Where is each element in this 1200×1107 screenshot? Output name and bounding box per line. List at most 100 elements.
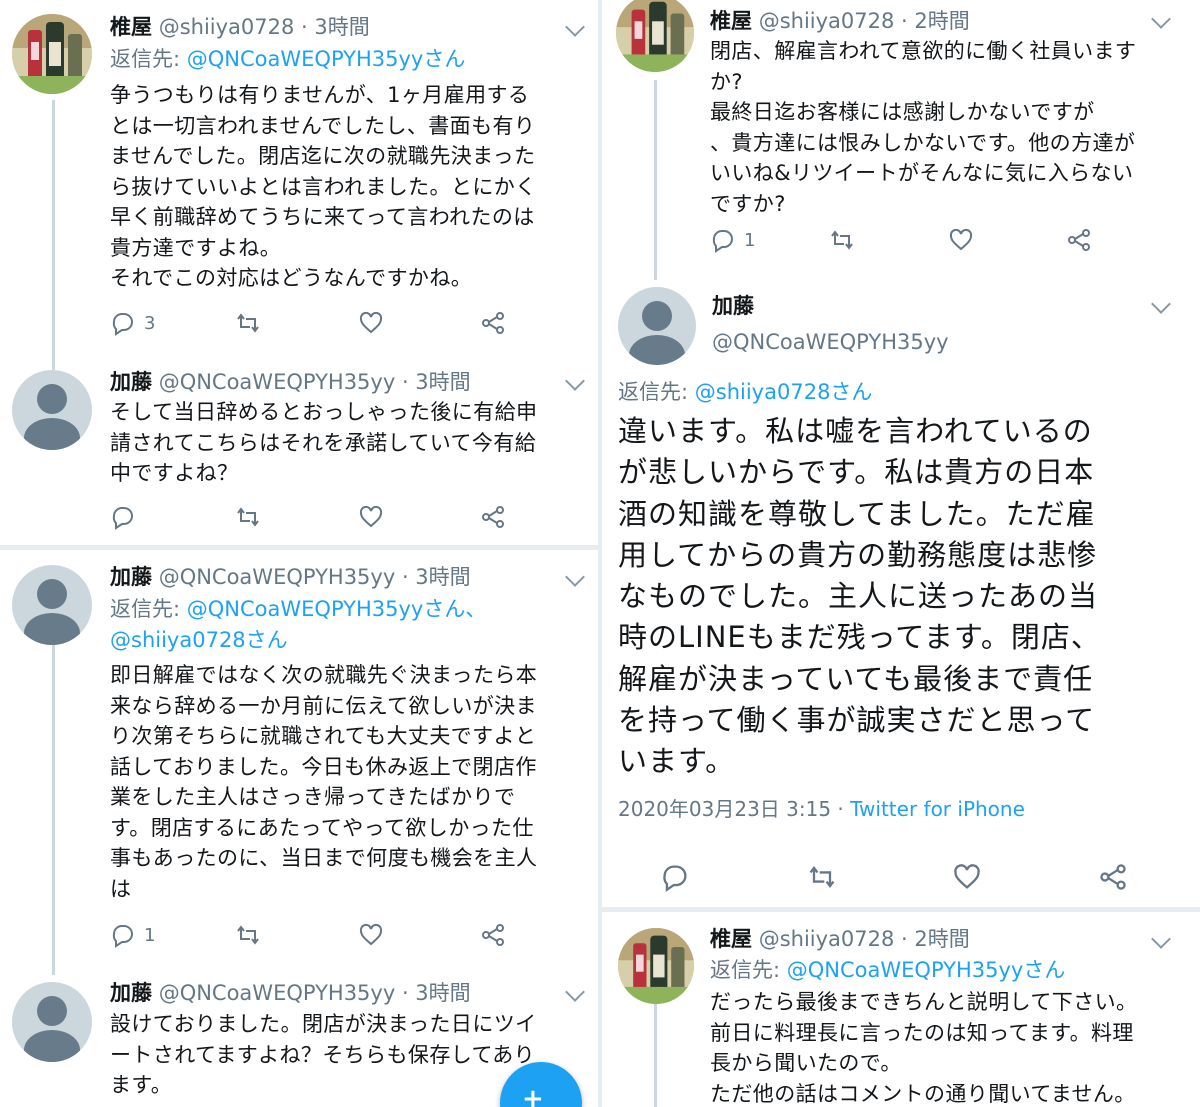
share-icon <box>482 924 504 946</box>
reply-prefix: 返信先: <box>110 597 181 621</box>
heart-icon <box>949 228 973 251</box>
mention-link[interactable]: @QNCoaWEQPYH35yyさん <box>787 958 1066 982</box>
reply-button[interactable] <box>660 862 690 892</box>
like-button[interactable] <box>952 862 982 892</box>
retweet-button[interactable] <box>234 502 262 532</box>
chevron-down-icon[interactable] <box>565 371 585 391</box>
tweet-text: だったら最後まできちんと説明して下さい。 前日に料理長に言ったのは知ってます。料… <box>710 990 1138 1106</box>
tweet-kato-2[interactable]: 加藤 @QNCoaWEQPYH35yy · 3時間 返信先: @QNCoaWEQ… <box>0 550 598 975</box>
handle[interactable]: @shiiya0728 <box>159 15 295 39</box>
chevron-down-icon[interactable] <box>565 567 585 587</box>
chevron-down-icon[interactable] <box>1151 294 1171 314</box>
retweet-button[interactable] <box>234 308 270 338</box>
handle[interactable]: @QNCoaWEQPYH35yy <box>159 565 396 589</box>
mention-link[interactable]: @shiiya0728さん <box>110 628 288 652</box>
retweet-button[interactable] <box>806 862 838 892</box>
heart-icon <box>359 923 383 946</box>
tweet-text: 即日解雇ではなく次の就職先ぐ決まったら本 来なら辞める一か月前に伝えて欲しいが決… <box>110 663 538 901</box>
tweet-shiiya-1[interactable]: 椎屋 @shiiya0728 · 3時間 返信先: @QNCoaWEQPYH35… <box>0 0 598 370</box>
tweet-shiiya-2[interactable]: 椎屋 @shiiya0728 · 2時間 閉店、解雇言われて意欲的に働く社員いま… <box>602 0 1200 280</box>
retweet-icon <box>237 925 259 945</box>
source-link[interactable]: Twitter for iPhone <box>850 797 1025 821</box>
tweet-actions <box>110 502 510 532</box>
share-button[interactable] <box>480 502 506 532</box>
handle[interactable]: @shiiya0728 <box>759 927 895 951</box>
like-button[interactable] <box>358 502 384 532</box>
handle: @QNCoaWEQPYH35yy <box>712 330 949 354</box>
reply-button[interactable]: 1 <box>710 225 755 255</box>
share-icon <box>482 506 504 528</box>
retweet-icon <box>831 230 853 250</box>
avatar-shiiya[interactable] <box>618 928 694 1004</box>
avatar-kato[interactable] <box>12 982 92 1062</box>
reply-icon <box>712 230 733 253</box>
avatar-shiiya[interactable] <box>12 14 92 94</box>
reply-icon <box>663 865 687 892</box>
retweet-button[interactable] <box>234 920 262 950</box>
like-button[interactable] <box>358 308 392 338</box>
share-button[interactable] <box>1066 225 1092 255</box>
reply-count: 1 <box>744 229 756 251</box>
mention-link[interactable]: @QNCoaWEQPYH35yyさん <box>187 47 466 71</box>
handle[interactable]: @QNCoaWEQPYH35yy <box>159 370 396 394</box>
display-name[interactable]: 椎屋 <box>110 15 152 39</box>
mention-link[interactable]: @QNCoaWEQPYH35yyさん、 <box>187 597 487 621</box>
timestamp: · 3時間 <box>401 370 471 394</box>
reply-prefix: 返信先: <box>710 958 781 982</box>
tweet-header: 加藤 @QNCoaWEQPYH35yy · 3時間 <box>110 978 471 1008</box>
retweet-icon <box>237 507 259 527</box>
reply-count: 3 <box>144 312 156 334</box>
heart-icon <box>359 311 383 334</box>
like-button[interactable] <box>948 225 974 255</box>
display-name: 加藤 <box>712 294 754 318</box>
reply-to: 返信先: @QNCoaWEQPYH35yyさん <box>710 955 1065 985</box>
tweet-text: 争うつもりは有りませんが、1ヶ月雇用する とは一切言われませんでしたし、書面も有… <box>110 83 537 290</box>
tweet-actions: 3 <box>110 308 510 338</box>
reply-to-cont: @shiiya0728さん <box>110 625 288 655</box>
timestamp: · 3時間 <box>401 981 471 1005</box>
chevron-down-icon[interactable] <box>1151 929 1171 949</box>
tweet-shiiya-3[interactable]: 椎屋 @shiiya0728 · 2時間 返信先: @QNCoaWEQPYH35… <box>602 912 1200 1107</box>
avatar-kato[interactable] <box>618 287 696 365</box>
chevron-down-icon[interactable] <box>1151 9 1171 29</box>
tweet-header: 椎屋 @shiiya0728 · 2時間 <box>710 6 970 36</box>
avatar-shiiya[interactable] <box>616 0 694 72</box>
reply-button[interactable]: 1 <box>110 920 155 950</box>
display-name[interactable]: 加藤 <box>110 565 152 589</box>
reply-button[interactable]: 3 <box>110 308 155 338</box>
reply-icon <box>112 507 133 530</box>
like-button[interactable] <box>358 920 384 950</box>
focused-tweet[interactable]: 加藤 @QNCoaWEQPYH35yy 返信先: @shiiya0728さん 違… <box>602 275 1200 905</box>
handle[interactable]: @QNCoaWEQPYH35yy <box>159 981 396 1005</box>
reply-icon <box>112 313 133 336</box>
left-screenshot: 椎屋 @shiiya0728 · 3時間 返信先: @QNCoaWEQPYH35… <box>0 0 598 1107</box>
tweet-header: 加藤 @QNCoaWEQPYH35yy · 3時間 <box>110 562 471 592</box>
retweet-icon <box>809 865 835 889</box>
reply-to: 返信先: @QNCoaWEQPYH35yyさん <box>110 44 465 74</box>
reply-button[interactable] <box>110 502 144 532</box>
chevron-down-icon[interactable] <box>565 982 585 1002</box>
reply-to: 返信先: @QNCoaWEQPYH35yyさん、 <box>110 594 486 624</box>
share-button[interactable] <box>480 308 506 338</box>
timestamp: · 3時間 <box>301 15 370 39</box>
avatar-kato[interactable] <box>12 565 92 645</box>
heart-icon <box>359 505 383 528</box>
tweet-kato-1[interactable]: 加藤 @QNCoaWEQPYH35yy · 3時間 そして当日辞めるとおっしゃっ… <box>0 360 598 545</box>
avatar-kato[interactable] <box>12 370 92 450</box>
retweet-button[interactable] <box>828 225 856 255</box>
share-button[interactable] <box>1098 862 1128 892</box>
display-name[interactable]: 椎屋 <box>710 927 752 951</box>
mention-link[interactable]: @shiiya0728さん <box>695 380 873 404</box>
chevron-down-icon[interactable] <box>565 17 585 37</box>
display-name[interactable]: 椎屋 <box>710 9 752 33</box>
heart-icon <box>954 864 980 889</box>
tweet-text: 閉店、解雇言われて意欲的に働く社員います か? 最終日迄お客様には感謝しかないで… <box>710 39 1137 216</box>
tweet-timestamp: 2020年03月23日 3:15 · Twitter for iPhone <box>618 795 1025 823</box>
thread-line <box>654 80 657 280</box>
display-name[interactable]: 加藤 <box>110 370 152 394</box>
retweet-icon <box>237 313 259 333</box>
handle[interactable]: @shiiya0728 <box>759 9 895 33</box>
display-name[interactable]: 加藤 <box>110 981 152 1005</box>
tweet-actions: 1 <box>710 225 1110 255</box>
share-button[interactable] <box>480 920 506 950</box>
